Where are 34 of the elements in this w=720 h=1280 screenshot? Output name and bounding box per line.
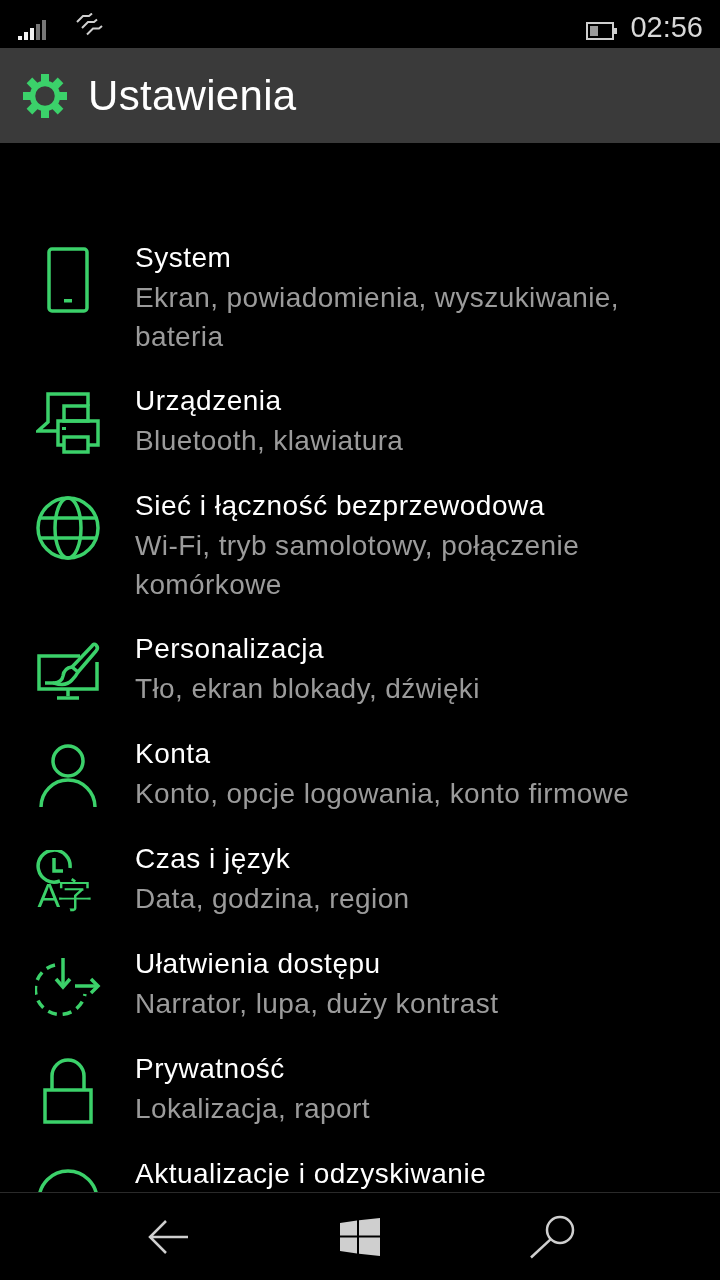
phone-icon (46, 247, 89, 313)
battery-icon (586, 22, 619, 40)
category-title[interactable]: System (135, 238, 685, 278)
category-description: Konto, opcje logowania, konto firmowe (135, 777, 631, 811)
status-time: 02:56 (630, 11, 703, 43)
language-glyphs: A字 (37, 878, 91, 912)
category-title[interactable]: Prywatność (135, 1049, 685, 1089)
category-title[interactable]: Urządzenia (135, 381, 685, 421)
settings-icon (22, 72, 68, 119)
back-arrow-icon (147, 1218, 189, 1255)
arc-icon (36, 1166, 99, 1192)
zigzag-lines-icon (75, 13, 105, 37)
search-icon (529, 1214, 575, 1259)
page-title: Ustawienia (88, 70, 297, 121)
category-description: Narrator, lupa, duży kontrast (135, 987, 500, 1021)
four-panes-icon (340, 1217, 380, 1256)
category-title[interactable]: Sieć i łączność bezprzewodowa (135, 486, 685, 526)
category-title[interactable]: Personalizacja (135, 629, 685, 669)
category-description: Bluetooth, klawiatura (135, 424, 405, 458)
printer-icon (35, 392, 100, 454)
person-icon (38, 744, 97, 808)
padlock-icon (42, 1058, 93, 1124)
category-title[interactable]: Aktualizacje i odzyskiwanie (135, 1154, 685, 1192)
category-title[interactable]: Konta (135, 734, 685, 774)
category-title[interactable]: Czas i język (135, 839, 685, 879)
category-description: Tło, ekran blokady, dźwięki (135, 672, 481, 706)
monitor-brush-icon (35, 642, 100, 700)
category-description: Data, godzina, region (135, 882, 411, 916)
globe-icon (35, 496, 100, 560)
signal-bars-icon (18, 20, 46, 40)
category-title[interactable]: Ułatwienia dostępu (135, 944, 685, 984)
category-description: Ekran, powiadomienia, wyszukiwanie, bateria (135, 281, 620, 354)
category-description: Lokalizacja, raport (135, 1092, 371, 1126)
category-description: Wi-Fi, tryb samolotowy, połączenie komórkowe (135, 529, 581, 602)
